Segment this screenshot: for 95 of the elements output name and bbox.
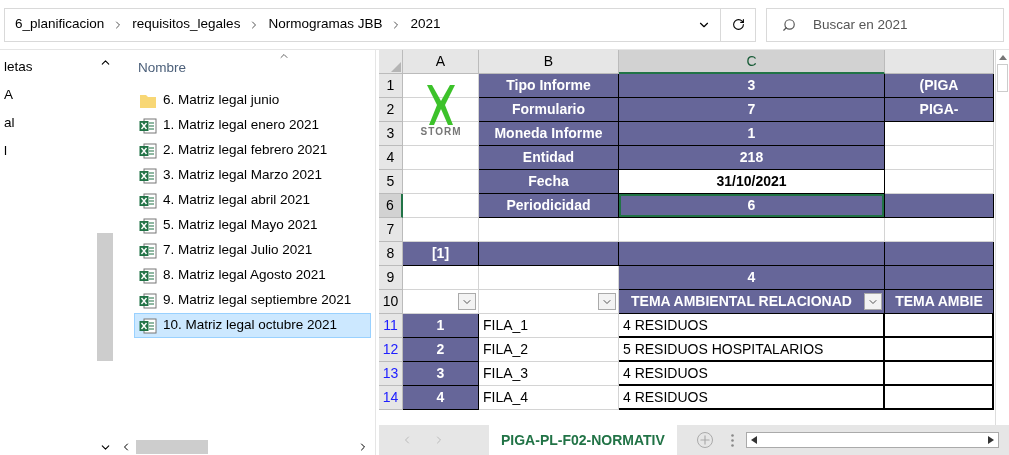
table-cell: TEMA AMBIE xyxy=(885,290,994,314)
sheet-tab[interactable]: PIGA-PL-F02-NORMATIV xyxy=(489,425,677,455)
file-list-item[interactable]: 9. Matriz legal septiembre 2021 xyxy=(134,288,371,313)
breadcrumb-item[interactable]: Normogramas JBB xyxy=(268,14,383,35)
row-header[interactable]: 9 xyxy=(379,266,403,290)
triangle-icon xyxy=(390,61,402,73)
row-header[interactable]: 14 xyxy=(379,386,403,410)
scrollbar-thumb[interactable] xyxy=(997,64,1008,92)
table-cell: 6 xyxy=(619,194,885,218)
spreadsheet-file-icon xyxy=(139,267,157,284)
row-header[interactable]: 2 xyxy=(379,98,403,122)
table-cell: (PIGA xyxy=(885,74,994,98)
row-header[interactable]: 13 xyxy=(379,362,403,386)
scroll-up-icon xyxy=(998,54,1007,60)
table-cell: Moneda Informe xyxy=(479,122,619,146)
filter-dropdown-button[interactable] xyxy=(458,293,476,310)
table-cell: 218 xyxy=(619,146,885,170)
file-list-item[interactable]: 10. Matriz legal octubre 2021 xyxy=(134,313,371,338)
nav-pane-item[interactable]: A xyxy=(0,85,96,105)
table-cell: 2 xyxy=(403,338,479,362)
breadcrumb-item[interactable]: 6_planificacion xyxy=(15,14,105,35)
table-cell: 4 RESIDUOS xyxy=(619,314,885,338)
row-header[interactable]: 5 xyxy=(379,170,403,194)
file-list-item[interactable]: 4. Matriz legal abril 2021 xyxy=(134,188,371,213)
table-cell: Fecha xyxy=(479,170,619,194)
nav-pane-item[interactable]: l xyxy=(0,141,96,161)
address-bar[interactable]: 6_planificacion requisitos_legales Normogramas JBB 2021 xyxy=(4,7,756,42)
search-icon xyxy=(782,17,796,32)
column-header[interactable]: C xyxy=(619,50,885,74)
row-header[interactable]: 12 xyxy=(379,338,403,362)
file-list-item[interactable]: 6. Matriz legal junio xyxy=(134,88,371,113)
select-all-corner[interactable] xyxy=(379,50,403,74)
spreadsheet-file-icon xyxy=(139,292,157,309)
spreadsheet-file-icon xyxy=(139,217,157,234)
name-column-header[interactable]: Nombre xyxy=(134,50,371,88)
table-cell: FILA_2 xyxy=(479,338,619,362)
nav-pane-item[interactable]: al xyxy=(0,113,96,133)
table-cell: 7 xyxy=(619,98,885,122)
more-icon xyxy=(730,433,734,447)
file-list-item[interactable]: 7. Matriz legal Julio 2021 xyxy=(134,238,371,263)
row-header[interactable]: 8 xyxy=(379,242,403,266)
column-header[interactable]: B xyxy=(479,50,619,74)
spreadsheet-file-icon xyxy=(139,242,157,259)
table-cell: TEMA AMBIENTAL RELACIONAD xyxy=(619,290,885,314)
table-cell: 5 RESIDUOS HOSPITALARIOS xyxy=(619,338,885,362)
table-cell: PIGA- xyxy=(885,98,994,122)
spreadsheet-file-icon xyxy=(139,317,157,334)
table-cell: 1 xyxy=(403,314,479,338)
spreadsheet-file-icon xyxy=(139,142,157,159)
table-cell: 4 RESIDUOS xyxy=(619,362,885,386)
spreadsheet-file-icon xyxy=(139,192,157,209)
row-header[interactable]: 4 xyxy=(379,146,403,170)
breadcrumb-item[interactable]: requisitos_legales xyxy=(132,14,241,35)
table-cell: 4 xyxy=(619,266,885,290)
scrollbar-thumb[interactable] xyxy=(97,233,113,361)
row-header[interactable]: 11 xyxy=(379,314,403,338)
table-cell: 4 xyxy=(403,386,479,410)
scroll-right-icon xyxy=(988,436,994,444)
row-header[interactable]: 7 xyxy=(379,218,403,242)
table-cell: Entidad xyxy=(479,146,619,170)
scrollbar-thumb[interactable] xyxy=(136,439,208,454)
table-cell: [1] xyxy=(403,242,479,266)
table-cell: 1 xyxy=(619,122,885,146)
file-list-item[interactable]: 5. Matriz legal Mayo 2021 xyxy=(134,213,371,238)
row-header[interactable]: 10 xyxy=(379,290,403,314)
table-cell: Formulario xyxy=(479,98,619,122)
table-cell: Tipo Informe xyxy=(479,74,619,98)
filter-dropdown-button[interactable] xyxy=(598,293,616,310)
folder-icon xyxy=(139,92,157,109)
file-list-item[interactable]: 3. Matriz legal Marzo 2021 xyxy=(134,163,371,188)
spreadsheet-file-icon xyxy=(139,117,157,134)
scroll-left-icon xyxy=(750,436,757,444)
table-cell: FILA_3 xyxy=(479,362,619,386)
breadcrumb-item[interactable]: 2021 xyxy=(410,14,441,35)
logo-text: STORM xyxy=(420,127,462,137)
column-header[interactable]: A xyxy=(403,50,479,74)
search-field[interactable]: Buscar en 2021 xyxy=(766,7,1004,42)
filter-dropdown-button[interactable] xyxy=(864,293,882,310)
spreadsheet-file-icon xyxy=(139,167,157,184)
refresh-icon xyxy=(731,18,745,31)
file-list-item[interactable]: 1. Matriz legal enero 2021 xyxy=(134,113,371,138)
table-cell: 3 xyxy=(619,74,885,98)
row-header[interactable]: 6 xyxy=(379,194,403,218)
file-list-item[interactable]: 2. Matriz legal febrero 2021 xyxy=(134,138,371,163)
table-cell: FILA_4 xyxy=(479,386,619,410)
table-cell: 31/10/2021 xyxy=(619,170,885,194)
nav-pane-item[interactable]: letas xyxy=(0,57,96,77)
row-header[interactable]: 3 xyxy=(379,122,403,146)
horizontal-scrollbar[interactable] xyxy=(745,432,999,448)
table-cell: 3 xyxy=(403,362,479,386)
table-cell: FILA_1 xyxy=(479,314,619,338)
table-cell: 4 RESIDUOS xyxy=(619,386,885,410)
row-header[interactable]: 1 xyxy=(379,74,403,98)
file-list-item[interactable]: 8. Matriz legal Agosto 2021 xyxy=(134,263,371,288)
table-cell: Periodicidad xyxy=(479,194,619,218)
